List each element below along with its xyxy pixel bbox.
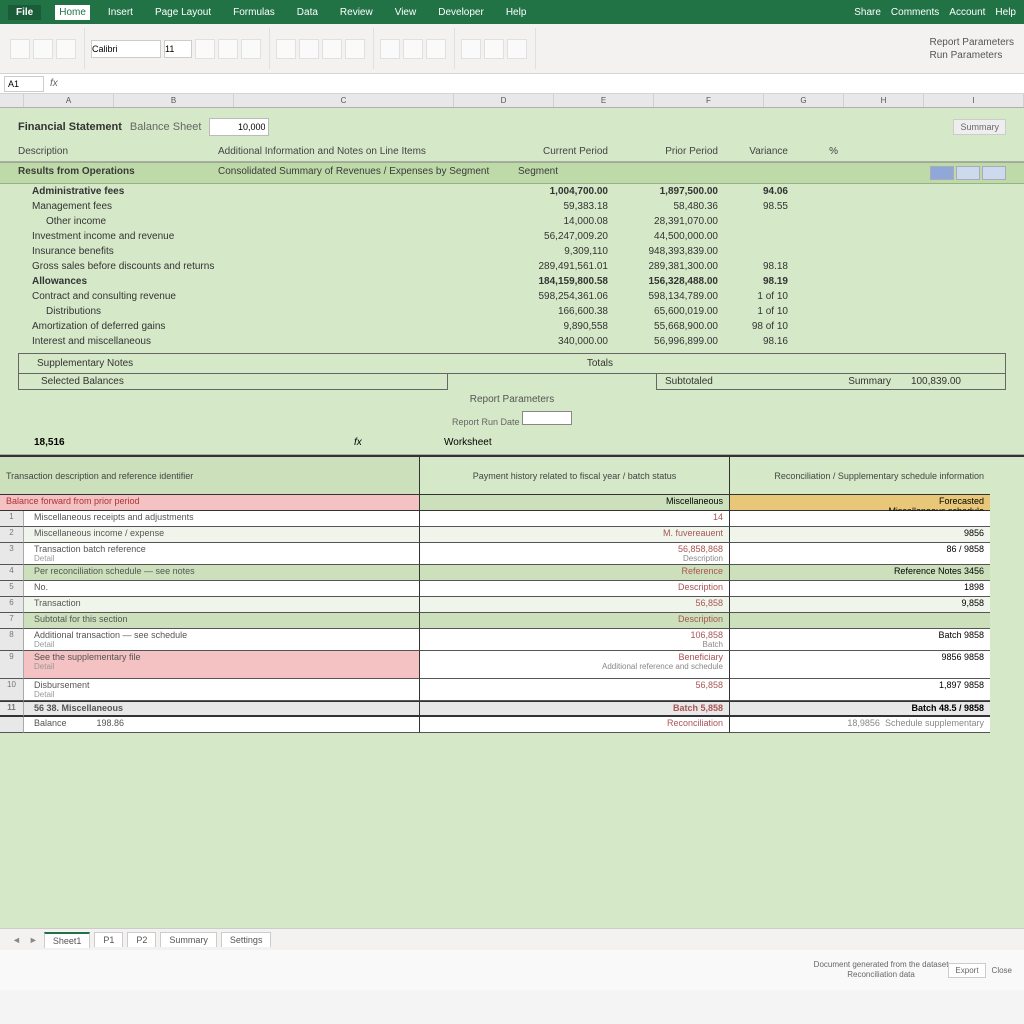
underline-button[interactable] — [241, 39, 261, 59]
sheet-tab-2[interactable]: P1 — [94, 932, 123, 947]
ribbon-tab-formulas[interactable]: Formulas — [229, 5, 279, 20]
toolbar-side-title: Report Parameters — [930, 36, 1014, 49]
lower-table: Transaction description and reference id… — [0, 455, 1024, 733]
ribbon-tab-pagelayout[interactable]: Page Layout — [151, 5, 215, 20]
toolbar: Report Parameters Run Parameters — [0, 24, 1024, 74]
comma-button[interactable] — [426, 39, 446, 59]
fin-line-item[interactable]: Investment income and revenue56,247,009.… — [0, 229, 1024, 244]
name-box[interactable] — [4, 76, 44, 92]
bold-button[interactable] — [195, 39, 215, 59]
fin-line-item[interactable]: Amortization of deferred gains9,890,5585… — [0, 319, 1024, 334]
conditional-formatting-button[interactable] — [461, 39, 481, 59]
fin-line-item[interactable]: Distributions166,600.3865,600,019.001 of… — [0, 304, 1024, 319]
table-row[interactable]: 5No.Description1898 — [0, 581, 1024, 597]
summary-link[interactable]: Summary — [953, 119, 1006, 135]
formula-input[interactable] — [64, 76, 1020, 92]
fin-line-item[interactable]: Other income14,000.0828,391,070.00 — [0, 214, 1024, 229]
lt-head-2: Payment history related to fiscal year /… — [420, 457, 730, 495]
align-left-button[interactable] — [276, 39, 296, 59]
sheet-tab-1[interactable]: Sheet1 — [44, 932, 91, 948]
formula-bar: fx — [0, 74, 1024, 94]
cut-button[interactable] — [33, 39, 53, 59]
merge-button[interactable] — [345, 39, 365, 59]
report-amount-input[interactable] — [209, 118, 269, 136]
font-select[interactable] — [91, 40, 161, 58]
number-format-button[interactable] — [380, 39, 400, 59]
toolbar-side-sub: Run Parameters — [930, 49, 1014, 62]
fin-line-item[interactable]: Insurance benefits9,309,110948,393,839.0… — [0, 244, 1024, 259]
ribbon-tab-insert[interactable]: Insert — [104, 5, 137, 20]
italic-button[interactable] — [218, 39, 238, 59]
status-bar: Document generated from the dataset Reco… — [0, 950, 1024, 990]
fin-line-item[interactable]: Contract and consulting revenue598,254,3… — [0, 289, 1024, 304]
supplementary-box: Supplementary NotesTotals — [18, 353, 1006, 374]
report-subtitle: Balance Sheet — [130, 121, 202, 133]
run-date-input[interactable] — [522, 411, 572, 425]
table-row[interactable]: 9See the supplementary fileDetailBenefic… — [0, 651, 1024, 679]
lt-sub-3: ForecastedMiscellaneous schedule — [730, 495, 990, 511]
lower-footer-row: Balance198.86 Reconciliation 18,9856 Sch… — [0, 717, 1024, 733]
table-row[interactable]: 3Transaction batch referenceDetail56,858… — [0, 543, 1024, 565]
table-row[interactable]: 7Subtotal for this sectionDescription — [0, 613, 1024, 629]
sheet-tab-4[interactable]: Summary — [160, 932, 217, 947]
report-title: Financial Statement — [18, 121, 122, 133]
center-note2: Report Run Date — [0, 409, 1024, 427]
worksheet-area[interactable]: Financial Statement Balance Sheet Summar… — [0, 108, 1024, 928]
align-center-button[interactable] — [299, 39, 319, 59]
ribbon-tab-home[interactable]: Home — [55, 5, 90, 20]
lt-head-1: Transaction description and reference id… — [0, 457, 420, 495]
table-row[interactable]: 1156 38. MiscellaneousBatch 5,858Batch 4… — [0, 701, 1024, 717]
lower-header-row: 18,516 fx Worksheet — [0, 435, 1024, 455]
format-table-button[interactable] — [484, 39, 504, 59]
file-menu[interactable]: File — [8, 5, 41, 20]
export-button[interactable]: Export — [948, 963, 985, 978]
table-row[interactable]: 2Miscellaneous income / expenseM. fuvere… — [0, 527, 1024, 543]
fin-column-headers: DescriptionAdditional Information and No… — [0, 142, 1024, 162]
sheet-tab-5[interactable]: Settings — [221, 932, 272, 947]
ribbon-right-help[interactable]: Help — [995, 7, 1016, 18]
align-right-button[interactable] — [322, 39, 342, 59]
lt-sub-2: Miscellaneous — [420, 495, 730, 511]
fin-line-item[interactable]: Allowances184,159,800.58156,328,488.0098… — [0, 274, 1024, 289]
ribbon-share[interactable]: Share — [854, 7, 881, 18]
fin-line-item[interactable]: Gross sales before discounts and returns… — [0, 259, 1024, 274]
fin-line-item[interactable]: Management fees59,383.1858,480.3698.55 — [0, 199, 1024, 214]
footer-note: Document generated from the dataset Reco… — [814, 960, 949, 981]
ribbon-comments[interactable]: Comments — [891, 7, 939, 18]
balances-box: Selected Balances — [18, 374, 448, 390]
copy-button[interactable] — [56, 39, 76, 59]
lt-head-3: Reconciliation / Supplementary schedule … — [730, 457, 990, 495]
fx-icon[interactable]: fx — [44, 78, 64, 89]
table-row[interactable]: 8Additional transaction — see scheduleDe… — [0, 629, 1024, 651]
sheet-tabs: ◄ ► Sheet1 P1 P2 Summary Settings — [0, 928, 1024, 950]
ribbon-tab-data[interactable]: Data — [293, 5, 322, 20]
table-row[interactable]: 1Miscellaneous receipts and adjustments1… — [0, 511, 1024, 527]
percent-button[interactable] — [403, 39, 423, 59]
fin-group-header: Results from Operations Consolidated Sum… — [0, 162, 1024, 184]
table-row[interactable]: 6Transaction56,8589,858 — [0, 597, 1024, 613]
close-button[interactable]: Close — [992, 966, 1012, 975]
summary-box: SubtotaledSummary100,839.00 — [656, 374, 1006, 390]
sheet-nav-next[interactable]: ► — [27, 935, 40, 945]
ribbon-account[interactable]: Account — [949, 7, 985, 18]
ribbon-bar: File Home Insert Page Layout Formulas Da… — [0, 0, 1024, 24]
paste-button[interactable] — [10, 39, 30, 59]
ribbon-tab-developer[interactable]: Developer — [434, 5, 488, 20]
fin-line-item[interactable]: Administrative fees1,004,700.001,897,500… — [0, 184, 1024, 199]
sheet-tab-3[interactable]: P2 — [127, 932, 156, 947]
column-headers[interactable]: ABCDEFGHI — [0, 94, 1024, 108]
center-note: Report Parameters — [0, 390, 1024, 409]
table-row[interactable]: 4Per reconciliation schedule — see notes… — [0, 565, 1024, 581]
sheet-nav-prev[interactable]: ◄ — [10, 935, 23, 945]
cell-styles-button[interactable] — [507, 39, 527, 59]
fin-line-item[interactable]: Interest and miscellaneous340,000.0056,9… — [0, 334, 1024, 349]
lt-sub-1: Balance forward from prior period — [0, 495, 420, 511]
period-tabs[interactable] — [930, 166, 1006, 180]
table-row[interactable]: 10DisbursementDetail56,8581,897 9858 — [0, 679, 1024, 701]
font-size-select[interactable] — [164, 40, 192, 58]
ribbon-tab-review[interactable]: Review — [336, 5, 377, 20]
ribbon-tab-help[interactable]: Help — [502, 5, 531, 20]
ribbon-tab-view[interactable]: View — [391, 5, 421, 20]
